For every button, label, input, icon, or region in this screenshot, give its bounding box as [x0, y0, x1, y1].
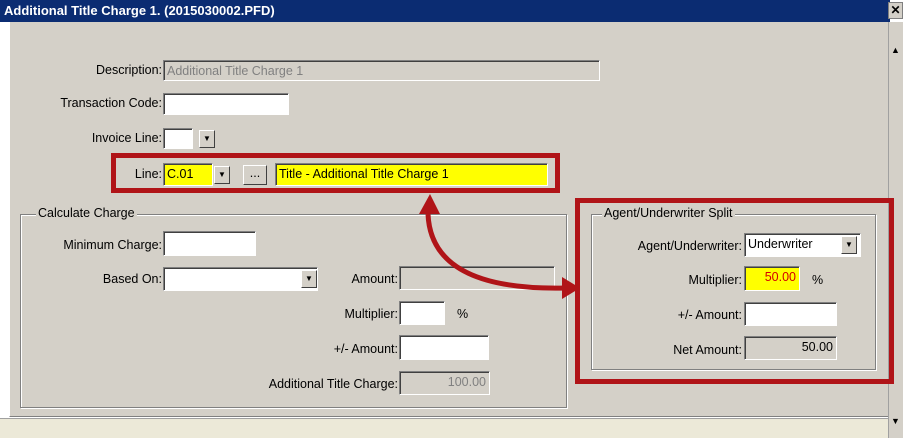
annotation-arrows: [419, 194, 580, 299]
annotation-arrowhead-up: [419, 194, 440, 214]
annotation-arrowhead-right: [562, 277, 580, 299]
annotation-arrow-curve: [425, 213, 566, 291]
